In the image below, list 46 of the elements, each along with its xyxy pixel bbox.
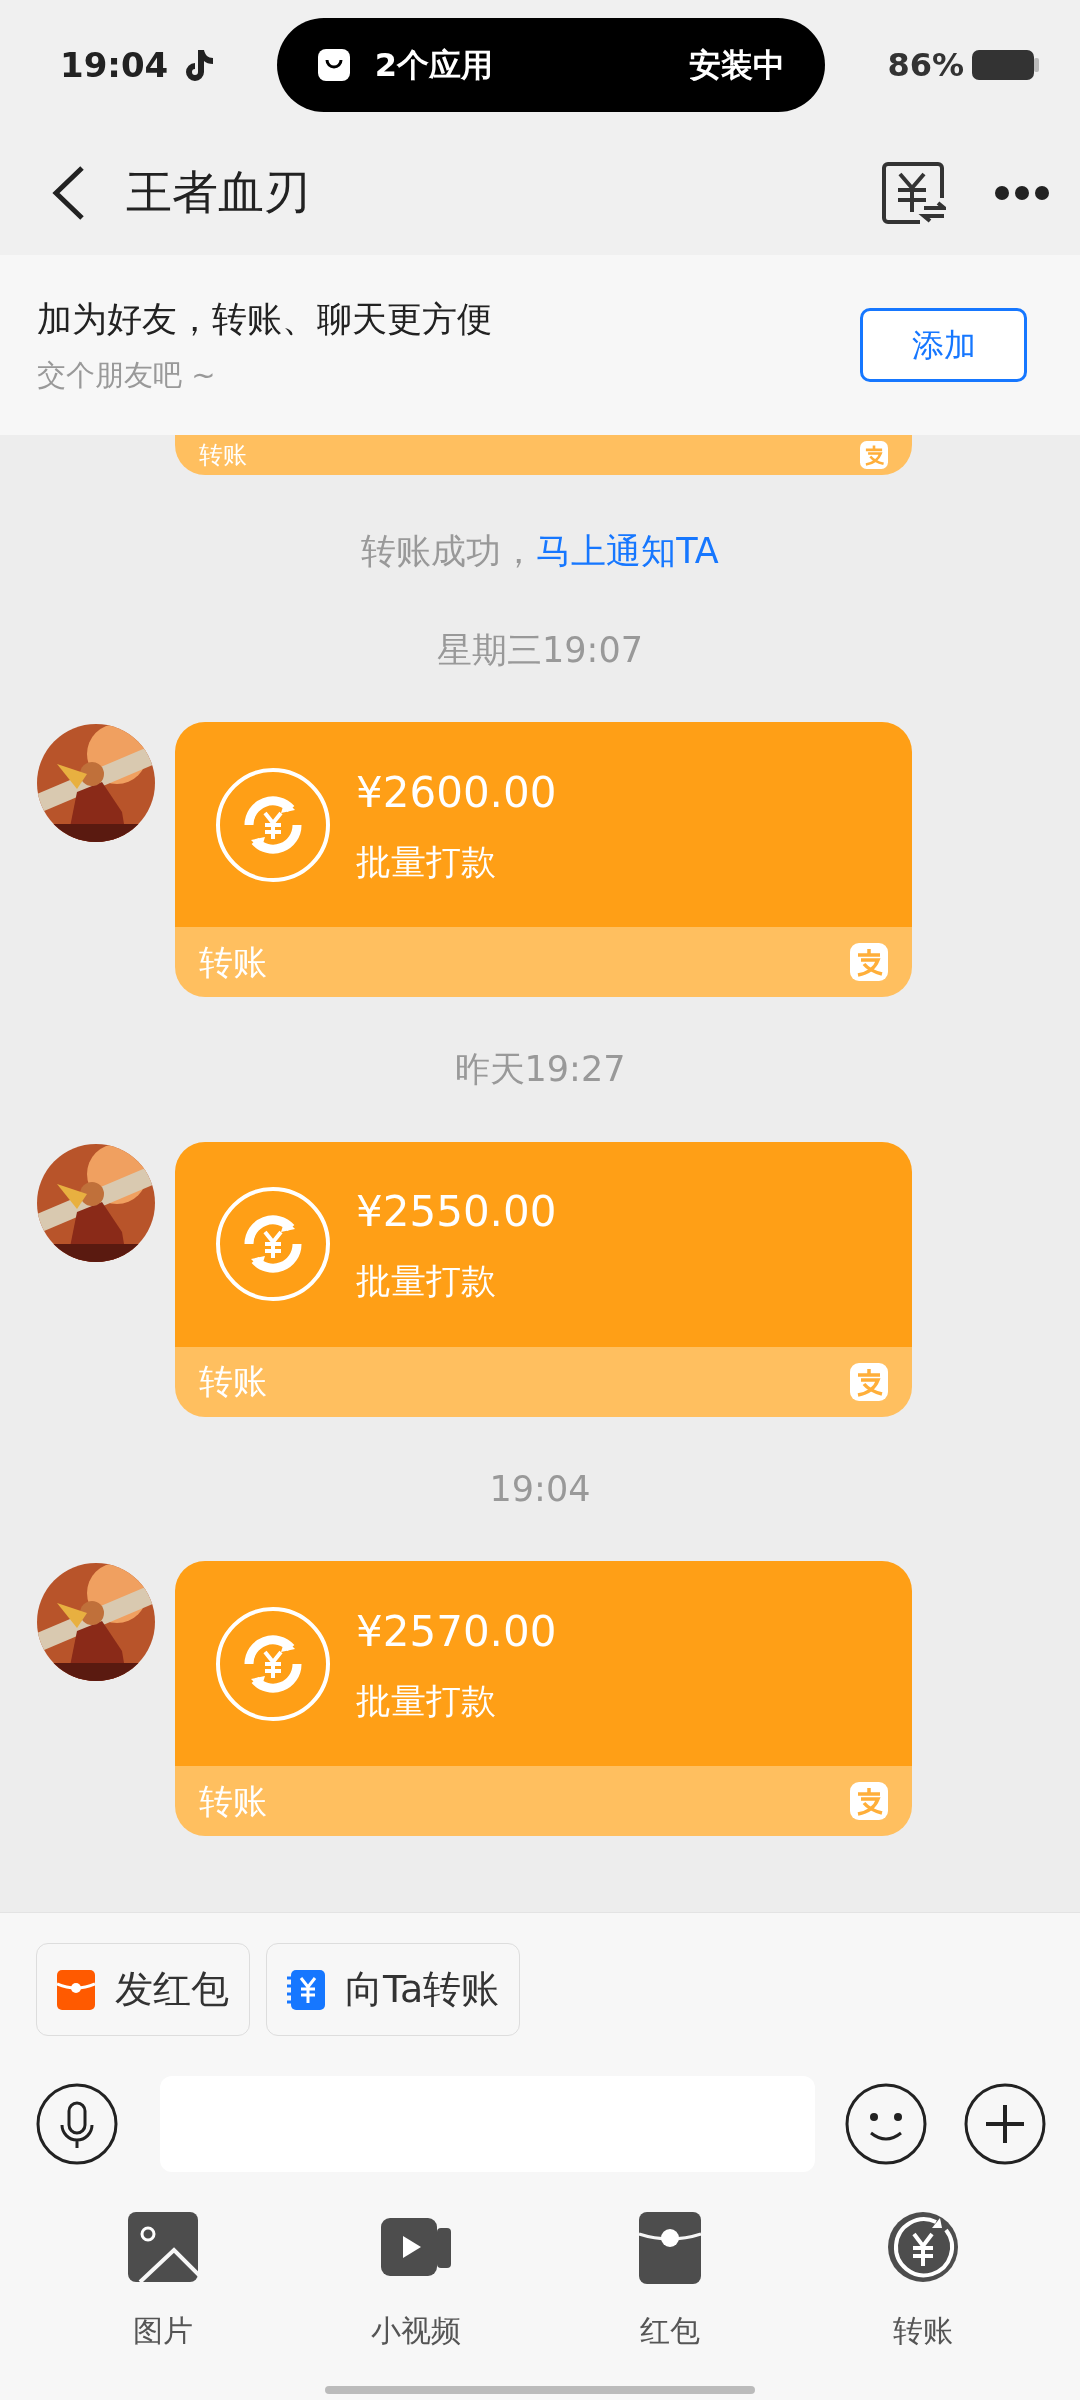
tool-button[interactable]: 红包	[543, 2210, 797, 2353]
banner-title: 加为好友，转账、聊天更方便	[37, 298, 492, 341]
chat-title: 王者血刃	[126, 164, 311, 221]
tool-button[interactable]: 转账	[796, 2210, 1050, 2353]
battery-percent: 86%	[887, 45, 964, 86]
alipay-icon	[850, 1362, 888, 1401]
notification-text: 2个应用	[374, 45, 494, 86]
currency-exchange-icon[interactable]	[880, 159, 946, 226]
quick-action-chip[interactable]: 发红包	[36, 1943, 250, 2036]
quick-action-chip[interactable]: 向Ta转账	[266, 1943, 521, 2036]
footer-label: 转账	[199, 1779, 267, 1823]
system-message: 转账成功，马上通知TA	[361, 531, 719, 571]
battery-icon	[972, 48, 1040, 82]
emoji-icon[interactable]	[845, 2083, 927, 2165]
transfer-amount: ¥2570.00	[356, 1605, 557, 1658]
yuan-note-icon	[287, 1969, 325, 2010]
envelope-icon	[57, 1969, 95, 2010]
transfer-note: 批量打款	[356, 1260, 497, 1304]
tool-button[interactable]: 图片	[36, 2210, 290, 2353]
transfer-amount: ¥2550.00	[356, 1186, 557, 1239]
footer-label: 转账	[199, 440, 247, 471]
timestamp: 19:04	[489, 1468, 591, 1509]
currency-exchange-icon	[215, 1605, 331, 1722]
add-friend-button[interactable]: 添加	[860, 308, 1027, 382]
alipay-icon	[850, 1782, 888, 1820]
transfer-amount: ¥2600.00	[356, 766, 557, 819]
tool-button[interactable]: 小视频	[289, 2210, 543, 2353]
footer-label: 转账	[199, 1360, 267, 1403]
footer-label: 转账	[199, 940, 267, 984]
notify-link[interactable]: 马上通知TA	[536, 531, 719, 571]
shopping-bag-icon	[316, 48, 351, 82]
more-icon[interactable]	[994, 184, 1050, 201]
transfer-note: 批量打款	[356, 1679, 497, 1723]
transfer-note: 批量打款	[356, 840, 497, 884]
notification-status: 安装中	[688, 45, 785, 86]
banner-subtitle: 交个朋友吧 ~	[37, 356, 217, 394]
status-time: 19:04	[60, 43, 169, 87]
microphone-icon[interactable]	[36, 2083, 118, 2165]
alipay-icon	[850, 943, 888, 981]
timestamp: 昨天19:27	[454, 1049, 626, 1089]
timestamp: 星期三19:07	[437, 629, 643, 670]
currency-exchange-icon	[215, 766, 331, 883]
currency-exchange-icon	[215, 1186, 331, 1302]
alipay-icon	[860, 441, 888, 469]
plus-icon[interactable]	[964, 2083, 1046, 2165]
music-note-icon	[184, 48, 215, 82]
